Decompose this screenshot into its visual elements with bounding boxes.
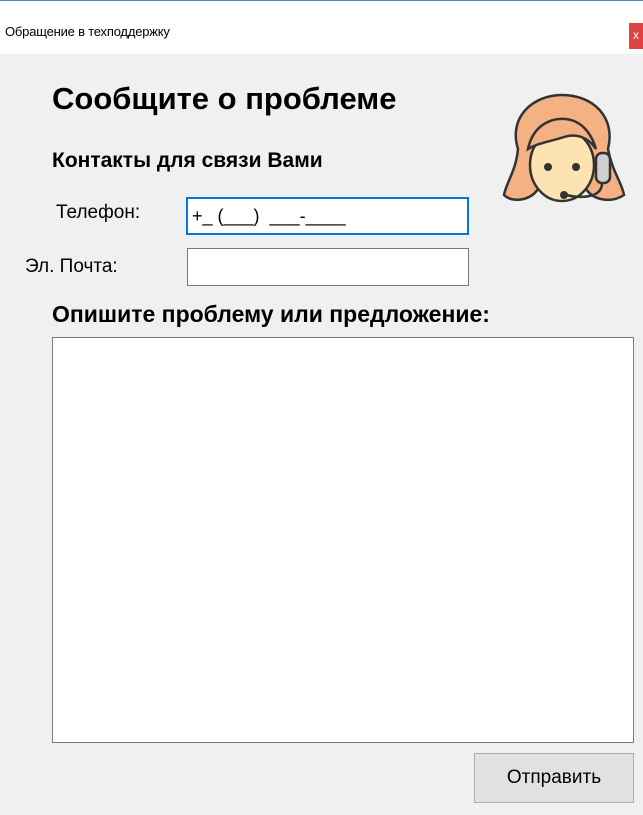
email-label: Эл. Почта: <box>25 256 118 277</box>
support-operator-avatar-icon <box>502 93 626 203</box>
send-button[interactable]: Отправить <box>474 753 634 803</box>
close-button[interactable]: x <box>629 23 643 49</box>
close-icon: x <box>633 28 639 42</box>
phone-label: Телефон: <box>56 202 141 223</box>
support-request-window: Обращение в техподдержку x Сообщите о пр… <box>0 0 643 815</box>
email-field[interactable] <box>187 248 469 286</box>
contacts-heading: Контакты для связи Вами <box>52 149 323 172</box>
problem-label: Опишите проблему или предложение: <box>52 301 490 327</box>
window-title: Обращение в техподдержку <box>5 24 170 39</box>
problem-description-textarea[interactable] <box>52 337 634 743</box>
title-bar: Обращение в техподдержку x <box>0 1 643 54</box>
page-title: Сообщите о проблеме <box>52 81 397 116</box>
phone-field[interactable]: +_ (___) ___-____ <box>186 197 469 235</box>
